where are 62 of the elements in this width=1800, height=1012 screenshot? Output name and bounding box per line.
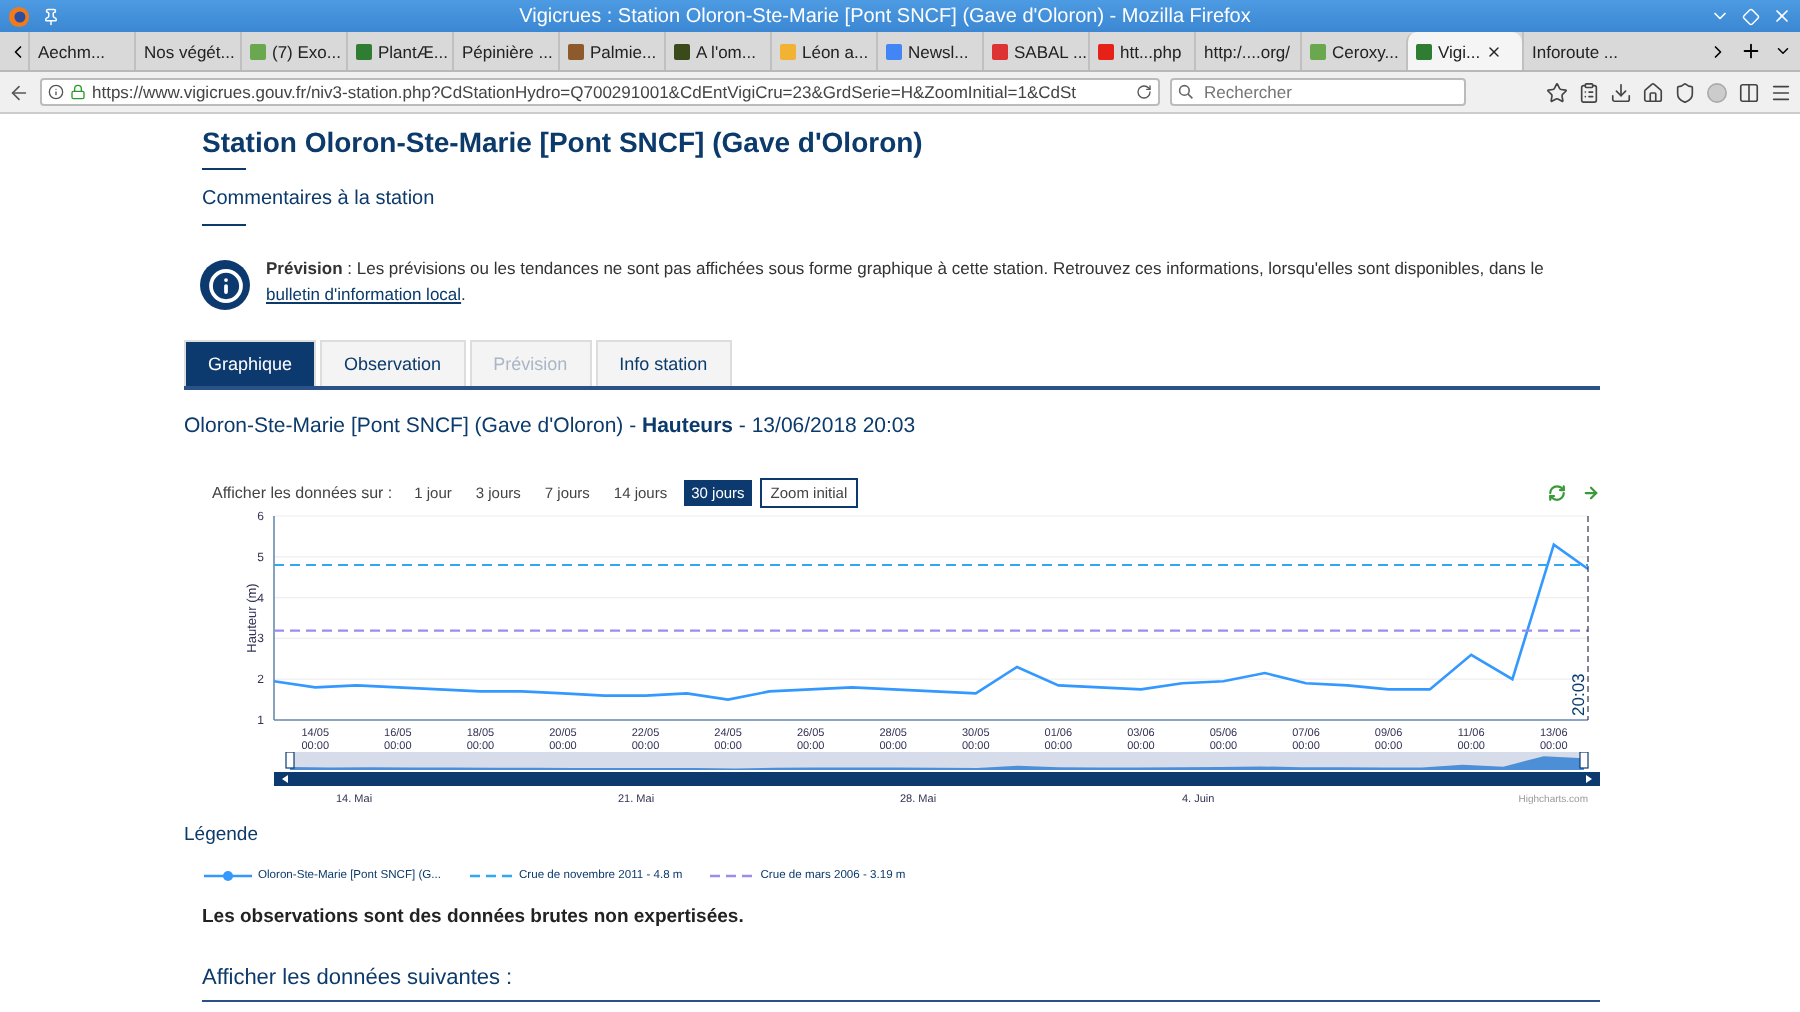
browser-tab[interactable]: PlantÆ... xyxy=(346,32,452,70)
info-icon xyxy=(200,260,250,310)
scrollbar[interactable] xyxy=(274,772,1600,786)
browser-tab[interactable]: htt...php xyxy=(1088,32,1194,70)
browser-tab[interactable]: Newsl... xyxy=(876,32,982,70)
clipboard-icon[interactable] xyxy=(1578,81,1600,103)
favicon-icon xyxy=(250,43,266,59)
favicon-icon xyxy=(1310,43,1326,59)
new-tab-icon[interactable] xyxy=(1740,40,1762,62)
maximize-icon[interactable] xyxy=(1742,7,1760,25)
tab[interactable]: Info station xyxy=(595,340,732,386)
station-title: Station Oloron-Ste-Marie [Pont SNCF] (Gave d'Oloron) xyxy=(202,126,925,158)
browser-tab[interactable]: Inforoute ... xyxy=(1522,32,1628,70)
lock-icon xyxy=(70,84,86,100)
sidebar-icon[interactable] xyxy=(1738,81,1760,103)
disclaimer-text: Les observations sont des données brutes non expertisées. xyxy=(202,906,746,928)
refresh-icon[interactable] xyxy=(1548,484,1566,502)
favicon-icon xyxy=(886,43,902,59)
browser-tab[interactable]: http:/....org/ xyxy=(1194,32,1300,70)
browser-tab[interactable]: Léon a... xyxy=(770,32,876,70)
info-icon[interactable] xyxy=(48,84,64,100)
reload-icon[interactable] xyxy=(1136,84,1152,100)
legend-title: Légende xyxy=(184,824,260,846)
browser-tab[interactable]: Nos végét... xyxy=(134,32,240,70)
section-heading: Afficher les données suivantes : xyxy=(202,966,1600,1002)
favicon-icon xyxy=(674,43,690,59)
browser-tab[interactable]: A l'om... xyxy=(664,32,770,70)
favicon-icon xyxy=(780,43,796,59)
browser-tab[interactable]: Palmie... xyxy=(558,32,664,70)
browser-tab[interactable]: Pépinière ... xyxy=(452,32,558,70)
favicon-icon xyxy=(1098,43,1114,59)
close-icon[interactable] xyxy=(1772,6,1792,26)
time-marker-label: 20:03 xyxy=(1568,673,1588,716)
close-tab-icon[interactable] xyxy=(1486,43,1503,59)
tab[interactable]: Observation xyxy=(320,340,466,386)
chart-heading: Oloron-Ste-Marie [Pont SNCF] (Gave d'Oloron) - Hauteurs - 13/06/2018 20:03 xyxy=(184,414,918,438)
comments-link[interactable]: Commentaires à la station xyxy=(202,188,435,210)
search-field[interactable]: Rechercher xyxy=(1170,78,1466,106)
window-title: Vigicrues : Station Oloron-Ste-Marie [Pont SNCF] (Gave d'Oloron) - Mozilla Firefox xyxy=(517,5,1253,27)
download-icon[interactable] xyxy=(1610,81,1632,103)
browser-tab[interactable]: SABAL ... xyxy=(982,32,1088,70)
browser-tab[interactable]: Vigi... xyxy=(1406,32,1522,70)
address-field[interactable]: https://www.vigicrues.gouv.fr/niv3-station.php?CdStationHydro=Q700291001&CdEntVigiCru=23&GrdSerie=H&ZoomInitial=1&CdSt xyxy=(40,78,1160,106)
range-label: Afficher les données sur : xyxy=(212,484,393,502)
tab-list-icon[interactable] xyxy=(1774,42,1792,60)
pin-icon[interactable] xyxy=(42,7,60,25)
bulletin-link[interactable]: bulletin d'information local xyxy=(266,284,462,304)
browser-tab[interactable]: Aechm... xyxy=(28,32,134,70)
browser-tab[interactable]: (7) Exo... xyxy=(240,32,346,70)
favicon-icon xyxy=(568,43,584,59)
menu-icon[interactable] xyxy=(1770,81,1792,103)
tab[interactable]: Graphique xyxy=(184,340,317,386)
home-icon[interactable] xyxy=(1642,81,1664,103)
forecast-notice: Prévision : Les prévisions ou les tendances ne sont pas affichées sous forme graphique à cette station. Retrouvez ces informations, lorsqu'elles sont disponibles, dans le bulletin d'information local. xyxy=(266,256,1546,308)
back-icon[interactable] xyxy=(8,81,30,103)
arrow-right-icon[interactable] xyxy=(1582,484,1600,502)
favicon-icon xyxy=(992,43,1008,59)
shield-icon[interactable] xyxy=(1674,81,1696,103)
star-icon[interactable] xyxy=(1546,81,1568,103)
favicon-icon xyxy=(1416,43,1432,59)
favicon-icon xyxy=(356,43,372,59)
browser-logo-icon xyxy=(8,5,30,27)
